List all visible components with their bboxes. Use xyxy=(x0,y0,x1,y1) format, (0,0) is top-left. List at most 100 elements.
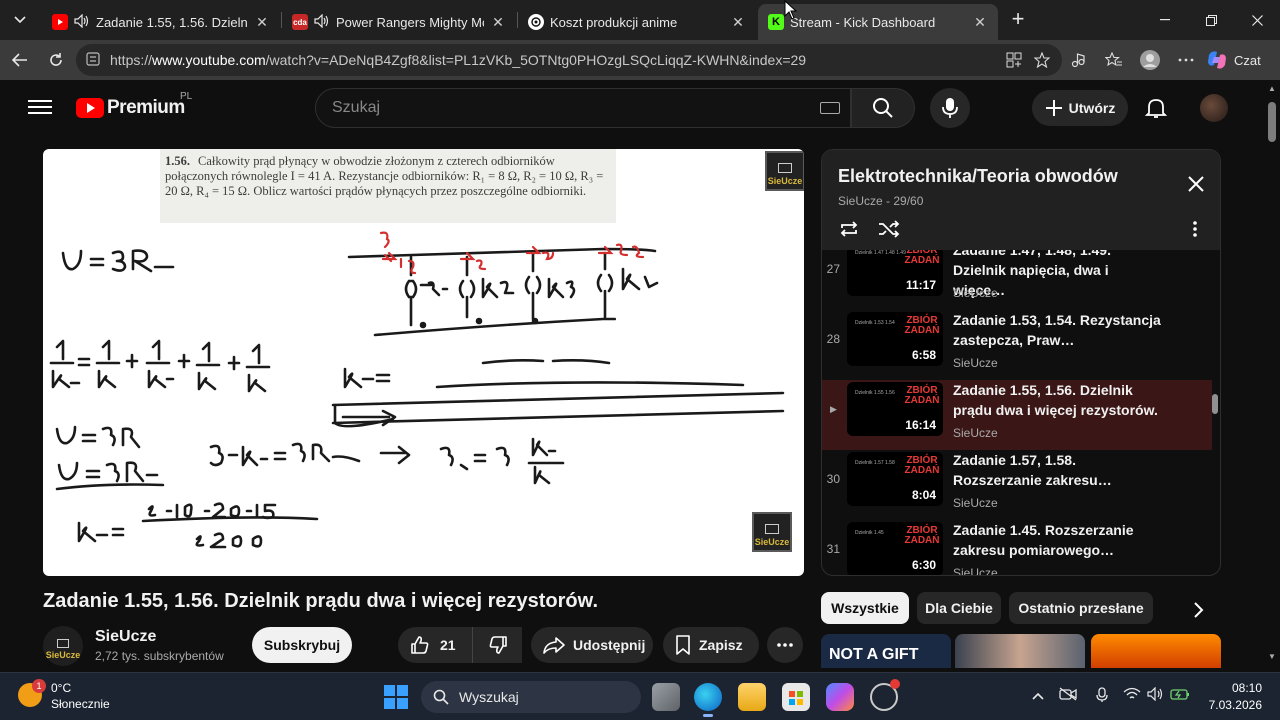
favorites-icon[interactable] xyxy=(1102,48,1126,72)
voice-search-button[interactable] xyxy=(930,88,970,128)
youtube-premium-logo[interactable]: Premium PL xyxy=(76,91,192,119)
more-horizontal-icon xyxy=(777,643,793,647)
site-info-icon[interactable] xyxy=(86,51,100,69)
playlist-item-channel: SieUcze xyxy=(953,426,998,440)
loop-icon[interactable] xyxy=(838,220,860,238)
video-player[interactable]: 1.56. Całkowity prąd płynący w obwodzie z… xyxy=(43,149,804,576)
watermark-text: SieUcze xyxy=(767,176,803,186)
microsoft-store-icon[interactable] xyxy=(782,683,810,711)
edge-browser-icon[interactable] xyxy=(694,683,722,717)
playlist-item[interactable]: 27 Dzielnik 1.47 1.48 1.49 ZBIÓR ZADAŃ 1… xyxy=(822,250,1212,310)
share-icon xyxy=(543,637,565,654)
speaker-icon[interactable] xyxy=(314,13,330,31)
more-vertical-icon[interactable] xyxy=(1192,220,1198,238)
page-scrollbar[interactable]: ▲ ▼ xyxy=(1264,80,1280,668)
back-button[interactable] xyxy=(8,48,32,72)
scroll-up-arrow-icon[interactable]: ▲ xyxy=(1268,84,1276,93)
chip-recently-uploaded[interactable]: Ostatnio przesłane xyxy=(1009,592,1153,624)
copilot-button[interactable]: Czat xyxy=(1206,46,1272,74)
playlist-panel: Elektrotechnika/Teoria obwodów SieUcze -… xyxy=(821,149,1221,576)
minimize-button[interactable] xyxy=(1142,0,1188,40)
tab-close-button[interactable]: ✕ xyxy=(490,14,506,31)
browser-tab-strip: Zadanie 1.55, 1.56. Dzielnik prądu dwa i… xyxy=(0,0,1280,40)
playlist-scrollbar-thumb[interactable] xyxy=(1212,394,1218,414)
shuffle-icon[interactable] xyxy=(878,220,900,238)
speaker-icon[interactable] xyxy=(74,13,90,31)
microphone-tray-icon[interactable] xyxy=(1092,687,1112,707)
more-options-icon[interactable] xyxy=(1174,48,1198,72)
chip-for-you[interactable]: Dla Ciebie xyxy=(917,592,1001,624)
scrollbar-thumb[interactable] xyxy=(1268,102,1276,142)
address-bar[interactable]: https://www.youtube.com/watch?v=ADeNqB4Z… xyxy=(76,44,1062,76)
chip-all[interactable]: Wszystkie xyxy=(821,592,909,624)
tab-actions-menu-button[interactable] xyxy=(8,8,32,32)
restore-button[interactable] xyxy=(1188,0,1234,40)
account-avatar[interactable] xyxy=(1200,94,1228,122)
playlist-thumbnail: Dzielnik 1.47 1.48 1.49 ZBIÓR ZADAŃ 11:1… xyxy=(847,250,943,296)
recommended-thumbnail[interactable] xyxy=(1091,634,1221,668)
app-available-icon[interactable] xyxy=(1002,48,1026,72)
close-window-button[interactable] xyxy=(1234,0,1280,40)
more-actions-button[interactable] xyxy=(767,627,803,663)
create-button[interactable]: Utwórz xyxy=(1032,90,1128,126)
playlist-item-current[interactable]: ▶ Dzielnik 1.55 1.56 ZBIÓR ZADAŃ 16:14 Z… xyxy=(822,380,1212,450)
weather-temperature[interactable]: 0°C xyxy=(51,681,71,695)
save-button[interactable]: Zapisz xyxy=(663,627,759,663)
close-icon[interactable] xyxy=(1186,174,1206,194)
profile-icon[interactable] xyxy=(1138,48,1162,72)
volume-icon[interactable] xyxy=(1146,686,1166,707)
channel-avatar[interactable]: SieUcze xyxy=(43,626,83,666)
copilot-icon xyxy=(1208,51,1226,69)
save-label: Zapisz xyxy=(699,637,743,653)
task-view-icon[interactable] xyxy=(652,683,680,711)
reload-button[interactable] xyxy=(44,48,68,72)
keyboard-icon[interactable] xyxy=(820,102,840,114)
dislike-button[interactable] xyxy=(472,627,522,663)
subscribe-button[interactable]: Subskrybuj xyxy=(252,627,352,663)
new-tab-button[interactable]: + xyxy=(1006,8,1030,32)
clock-date[interactable]: 7.03.2026 xyxy=(1206,698,1262,712)
search-input[interactable]: Szukaj xyxy=(315,88,851,128)
channel-name[interactable]: SieUcze xyxy=(95,628,156,646)
browser-tab-chatgpt[interactable]: Koszt produkcji anime ✕ xyxy=(518,4,756,40)
favorite-star-icon[interactable] xyxy=(1030,48,1054,72)
scroll-down-arrow-icon[interactable]: ▼ xyxy=(1268,652,1276,661)
thumbnail-caption: Dzielnik 1.47 1.48 1.49 xyxy=(855,250,906,256)
recommended-thumbnail[interactable]: NOT A GIFT xyxy=(821,634,951,668)
video-duration: 11:17 xyxy=(902,278,939,292)
browser-tab-cda[interactable]: cda Power Rangers Mighty Morphin ✕ xyxy=(282,4,516,40)
store-grid xyxy=(789,691,803,705)
playlist-scrollbar[interactable] xyxy=(1210,250,1220,575)
windows-start-icon[interactable] xyxy=(384,685,408,709)
media-control-icon[interactable] xyxy=(1066,48,1090,72)
wifi-icon[interactable] xyxy=(1122,687,1142,707)
taskbar-search-input[interactable]: Wyszukaj xyxy=(421,681,641,713)
weather-condition[interactable]: Słonecznie xyxy=(51,697,110,711)
battery-charging-icon[interactable] xyxy=(1170,687,1190,707)
clock-time[interactable]: 08:10 xyxy=(1206,681,1262,695)
guide-menu-icon[interactable] xyxy=(28,96,52,120)
playlist-title[interactable]: Elektrotechnika/Teoria obwodów xyxy=(838,166,1118,187)
tab-close-button[interactable]: ✕ xyxy=(254,14,270,31)
playlist-item[interactable]: 30 Dzielnik 1.57 1.58 ZBIÓR ZADAŃ 8:04 Z… xyxy=(822,450,1212,520)
browser-tab-youtube[interactable]: Zadanie 1.55, 1.56. Dzielnik prądu dwa i… xyxy=(42,4,280,40)
tab-close-button[interactable]: ✕ xyxy=(972,14,988,31)
playlist-header: Elektrotechnika/Teoria obwodów SieUcze -… xyxy=(822,150,1220,250)
like-count: 21 xyxy=(440,637,456,653)
file-explorer-icon[interactable] xyxy=(738,683,766,711)
notifications-bell-icon[interactable] xyxy=(1144,96,1168,120)
zbior-zadan-badge: ZBIÓR ZADAŃ xyxy=(904,385,940,406)
chevron-right-icon[interactable] xyxy=(1186,598,1210,622)
playlist-item[interactable]: 28 Dzielnik 1.53 1.54 ZBIÓR ZADAŃ 6:58 Z… xyxy=(822,310,1212,380)
camera-off-icon[interactable] xyxy=(1058,687,1078,707)
share-button[interactable]: Udostępnij xyxy=(531,627,653,663)
playlist-item[interactable]: 31 Dzielnik 1.45 ZBIÓR ZADAŃ 6:30 Zadani… xyxy=(822,520,1212,575)
show-hidden-icons-chevron-icon[interactable] xyxy=(1028,687,1048,707)
copilot-app-icon[interactable] xyxy=(826,683,854,711)
playlist-item-channel: SieUcze xyxy=(953,496,998,510)
playlist-thumbnail: Dzielnik 1.53 1.54 ZBIÓR ZADAŃ 6:58 xyxy=(847,312,943,366)
search-button[interactable] xyxy=(851,88,915,128)
recommended-thumbnail[interactable] xyxy=(955,634,1085,668)
obs-studio-icon[interactable] xyxy=(870,679,900,711)
tab-close-button[interactable]: ✕ xyxy=(730,14,746,31)
